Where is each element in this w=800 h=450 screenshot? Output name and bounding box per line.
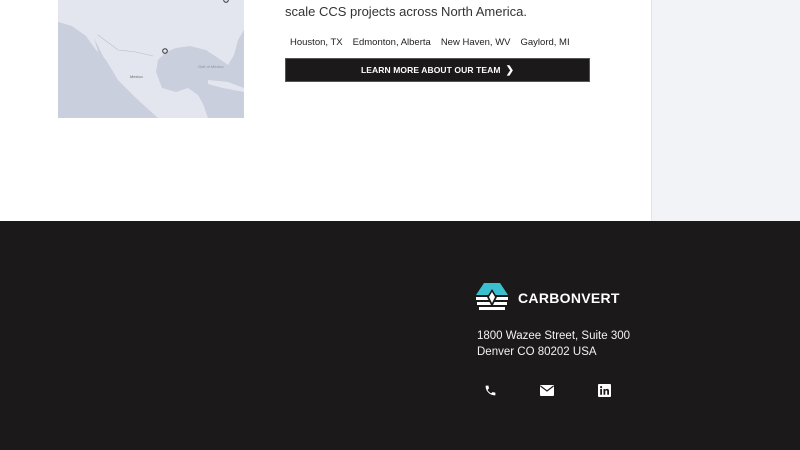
location-item: New Haven, WV	[440, 37, 511, 48]
map-label-gulf: Gulf of Mexico	[198, 64, 224, 69]
footer: CARBONVERT 1800 Wazee Street, Suite 300 …	[0, 221, 800, 450]
right-sidebar	[651, 0, 800, 221]
phone-icon[interactable]	[482, 382, 498, 398]
address-line: 1800 Wazee Street, Suite 300	[477, 330, 631, 342]
address: 1800 Wazee Street, Suite 300 Denver CO 8…	[477, 329, 630, 360]
location-item: Edmonton, Alberta	[352, 37, 431, 48]
address-line: Denver CO 80202 USA	[477, 345, 597, 358]
learn-more-team-button[interactable]: LEARN MORE ABOUT OUR TEAM ❯	[285, 58, 590, 82]
carbonvert-logo-icon	[476, 283, 508, 310]
description-text: scale CCS projects across North America.	[285, 4, 528, 19]
location-item: Gaylord, MI	[520, 37, 570, 48]
carbonvert-logo[interactable]: CARBONVERT	[476, 283, 620, 313]
cta-label: LEARN MORE ABOUT OUR TEAM	[360, 65, 501, 75]
about-section: Gulf of Mexico Mexico scale CCS projects…	[0, 0, 651, 221]
linkedin-icon[interactable]	[596, 382, 612, 398]
locations-map: Gulf of Mexico Mexico	[58, 0, 244, 118]
map-label-mexico: Mexico	[130, 74, 143, 79]
location-list: Houston, TX Edmonton, Alberta New Haven,…	[290, 37, 570, 48]
email-icon[interactable]	[539, 382, 555, 398]
chevron-right-icon: ❯	[505, 64, 515, 76]
brand-name: CARBONVERT	[518, 290, 620, 306]
location-item: Houston, TX	[290, 37, 343, 48]
